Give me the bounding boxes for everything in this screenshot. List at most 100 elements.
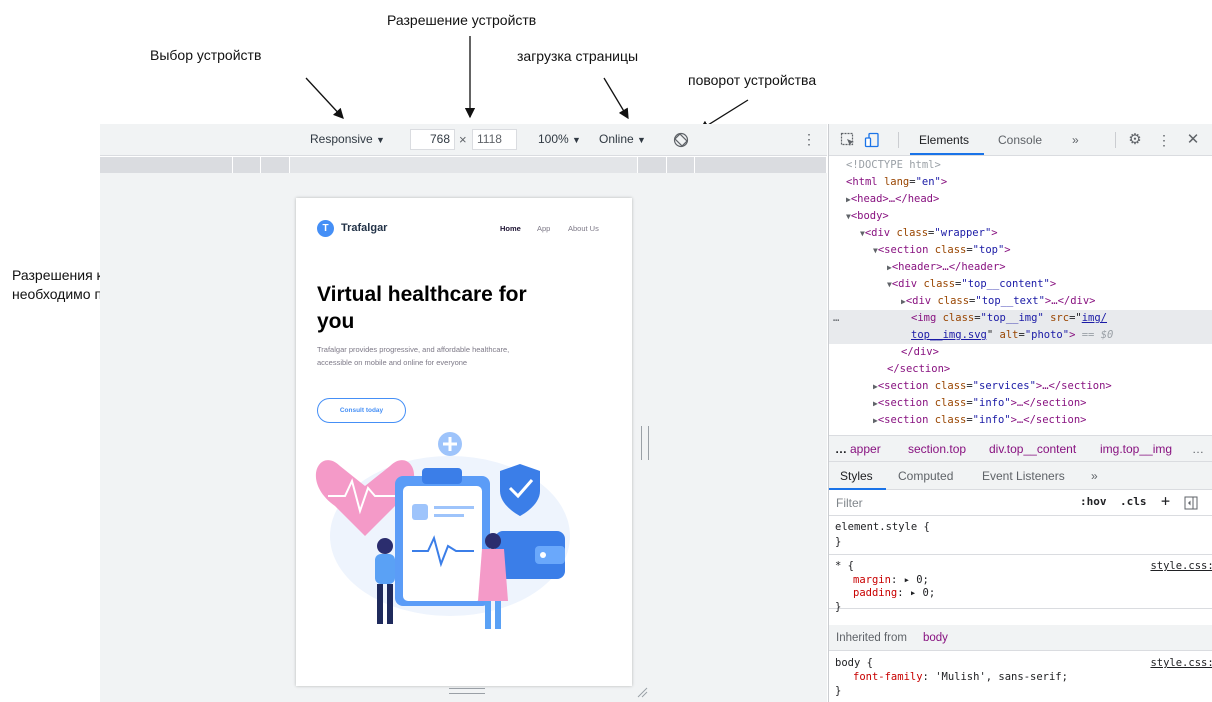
dom-tree: <!DOCTYPE html> <html lang="en"> ▶<head>…	[829, 157, 1212, 435]
inherited-label: Inherited from	[836, 632, 907, 644]
dom-node-div-close[interactable]: </div>	[901, 344, 939, 361]
site-nav-about[interactable]: About Us	[568, 224, 599, 233]
resize-corner-icon[interactable]	[636, 686, 648, 698]
css-declaration-padding[interactable]: padding: ▸ 0;	[853, 587, 935, 600]
rotate-icon[interactable]	[673, 132, 689, 148]
consult-button[interactable]: Consult today	[317, 398, 406, 423]
dom-node-body[interactable]: ▼<body>	[846, 208, 889, 225]
site-nav-home[interactable]: Home	[500, 224, 521, 233]
hero-description: Trafalgar provides progressive, and affo…	[317, 345, 510, 367]
css-brace: }	[835, 601, 842, 613]
breadcrumb: … apper section.top div.top__content img…	[829, 435, 1212, 462]
zoom-label: 100%	[538, 132, 569, 146]
settings-gear-icon[interactable]: ⚙	[1127, 132, 1143, 148]
breadcrumb-item[interactable]: section.top	[908, 442, 966, 456]
more-subtabs-button[interactable]: »	[1091, 469, 1098, 483]
inspect-element-icon[interactable]	[840, 132, 856, 148]
media-query-segment[interactable]	[695, 157, 827, 173]
emulated-device-frame: T Trafalgar Home App About Us Virtual he…	[296, 198, 632, 686]
resize-handle-right[interactable]	[641, 426, 649, 460]
dom-node-header[interactable]: ▶<header>…</header>	[887, 259, 1006, 276]
styles-filter-row: Filter :hov .cls +	[829, 490, 1212, 516]
devtools-tab-bar: Elements Console » ⚙ ⋮ ✕	[829, 124, 1212, 156]
css-rule-element-style: element.style { }	[829, 516, 1212, 555]
media-query-segment[interactable]	[638, 157, 667, 173]
cls-toggle-button[interactable]: .cls	[1120, 495, 1147, 508]
dom-node-div-top-content[interactable]: ▼<div class="top__content">	[887, 276, 1056, 293]
zoom-select[interactable]: 100% ▼	[538, 132, 581, 146]
arrow-page-loading	[603, 77, 629, 120]
device-toolbar: Responsive ▼ 768 × 1118 100% ▼ Online ▼ …	[100, 124, 827, 156]
media-query-segment[interactable]	[667, 157, 695, 173]
css-rule-universal: * { style.css:1 margin: ▸ 0; padding: ▸ …	[829, 555, 1212, 609]
styles-filter-input[interactable]: Filter	[836, 496, 863, 510]
media-query-segment[interactable]	[290, 157, 638, 173]
height-input[interactable]: 1118	[472, 129, 517, 150]
devtools-menu-icon[interactable]: ⋮	[1156, 132, 1172, 148]
dom-node-head[interactable]: ▶<head>…</head>	[846, 191, 939, 208]
toggle-sidebar-icon[interactable]	[1184, 496, 1198, 510]
dom-node-html[interactable]: <html lang="en">	[846, 174, 947, 191]
zoom-chevron-icon: ▼	[572, 135, 581, 145]
site-nav-app[interactable]: App	[537, 224, 550, 233]
dom-node-section-services[interactable]: ▶<section class="services">…</section>	[873, 378, 1112, 395]
css-rule-body: body { style.css:6 font-family: 'Mulish'…	[829, 651, 1212, 702]
breadcrumb-item-active[interactable]: img.top__img	[1100, 442, 1172, 456]
css-selector[interactable]: * {	[835, 560, 854, 573]
throttling-chevron-icon: ▼	[637, 135, 646, 145]
device-toggle-icon[interactable]	[864, 132, 880, 148]
breadcrumb-overflow-right[interactable]: …	[1192, 442, 1204, 456]
tab-event-listeners[interactable]: Event Listeners	[982, 469, 1065, 483]
close-icon[interactable]: ✕	[1185, 132, 1201, 148]
throttling-label: Online	[599, 132, 634, 146]
dom-node-section-info[interactable]: ▶<section class="info">…</section>	[873, 412, 1086, 429]
new-rule-button[interactable]: +	[1161, 492, 1170, 510]
hero-title: Virtual healthcare for you	[317, 283, 527, 333]
css-selector[interactable]: element.style {	[835, 521, 930, 534]
node-actions-icon[interactable]: …	[833, 310, 839, 327]
resize-handle-bottom[interactable]	[449, 688, 485, 694]
dom-node-section-close[interactable]: </section>	[887, 361, 950, 378]
css-brace: }	[835, 536, 842, 548]
tab-console[interactable]: Console	[998, 133, 1042, 147]
active-tab-indicator	[910, 153, 984, 155]
hero-illustration	[315, 432, 570, 629]
dom-node-img-selected-cont[interactable]: top__img.svg" alt="photo"> == $0	[829, 327, 1212, 344]
toolbar-separator	[1115, 132, 1116, 148]
device-mode-label: Responsive	[310, 132, 373, 146]
breadcrumb-item[interactable]: apper	[850, 442, 881, 456]
more-tabs-button[interactable]: »	[1072, 133, 1079, 147]
media-query-segment[interactable]	[100, 157, 233, 173]
width-input[interactable]: 768	[410, 129, 455, 150]
tab-computed[interactable]: Computed	[898, 469, 953, 483]
breadcrumb-item[interactable]: div.top__content	[989, 442, 1076, 456]
inherited-element-link[interactable]: body	[923, 632, 948, 644]
css-declaration-font-family[interactable]: font-family: 'Mulish', sans-serif;	[853, 671, 1068, 684]
device-mode-chevron-icon: ▼	[376, 135, 385, 145]
more-options-icon[interactable]: ⋮	[802, 131, 816, 147]
media-query-bar	[100, 157, 827, 173]
dom-node-div-top-text[interactable]: ▶<div class="top__text">…</div>	[901, 293, 1096, 310]
hov-toggle-button[interactable]: :hov	[1080, 495, 1107, 508]
throttling-select[interactable]: Online ▼	[599, 132, 646, 146]
css-selector[interactable]: body {	[835, 657, 873, 670]
annotation-device-resolution: Разрешение устройств	[387, 12, 537, 28]
img-src-link[interactable]: top__img.svg	[911, 329, 987, 341]
css-source-link[interactable]: style.css:1	[1150, 560, 1212, 573]
dom-node-img-selected[interactable]: … <img class="top__img" src="img/	[829, 310, 1212, 327]
dom-node-doctype[interactable]: <!DOCTYPE html>	[846, 157, 941, 174]
dom-node-section-top[interactable]: ▼<section class="top">	[873, 242, 1011, 259]
css-source-link[interactable]: style.css:6	[1150, 657, 1212, 670]
dom-node-div-wrapper[interactable]: ▼<div class="wrapper">	[860, 225, 998, 242]
css-declaration-margin[interactable]: margin: ▸ 0;	[853, 574, 929, 587]
css-brace: }	[835, 685, 842, 697]
dom-node-section-info[interactable]: ▶<section class="info">…</section>	[873, 395, 1086, 412]
media-query-segment[interactable]	[233, 157, 261, 173]
breadcrumb-overflow-left[interactable]: …	[835, 442, 847, 456]
tab-elements[interactable]: Elements	[919, 133, 969, 147]
img-src-link[interactable]: img/	[1082, 312, 1107, 324]
device-mode-select[interactable]: Responsive ▼	[310, 132, 385, 146]
site-logo-text[interactable]: Trafalgar	[341, 222, 387, 234]
media-query-segment[interactable]	[261, 157, 290, 173]
tab-styles[interactable]: Styles	[840, 469, 873, 483]
